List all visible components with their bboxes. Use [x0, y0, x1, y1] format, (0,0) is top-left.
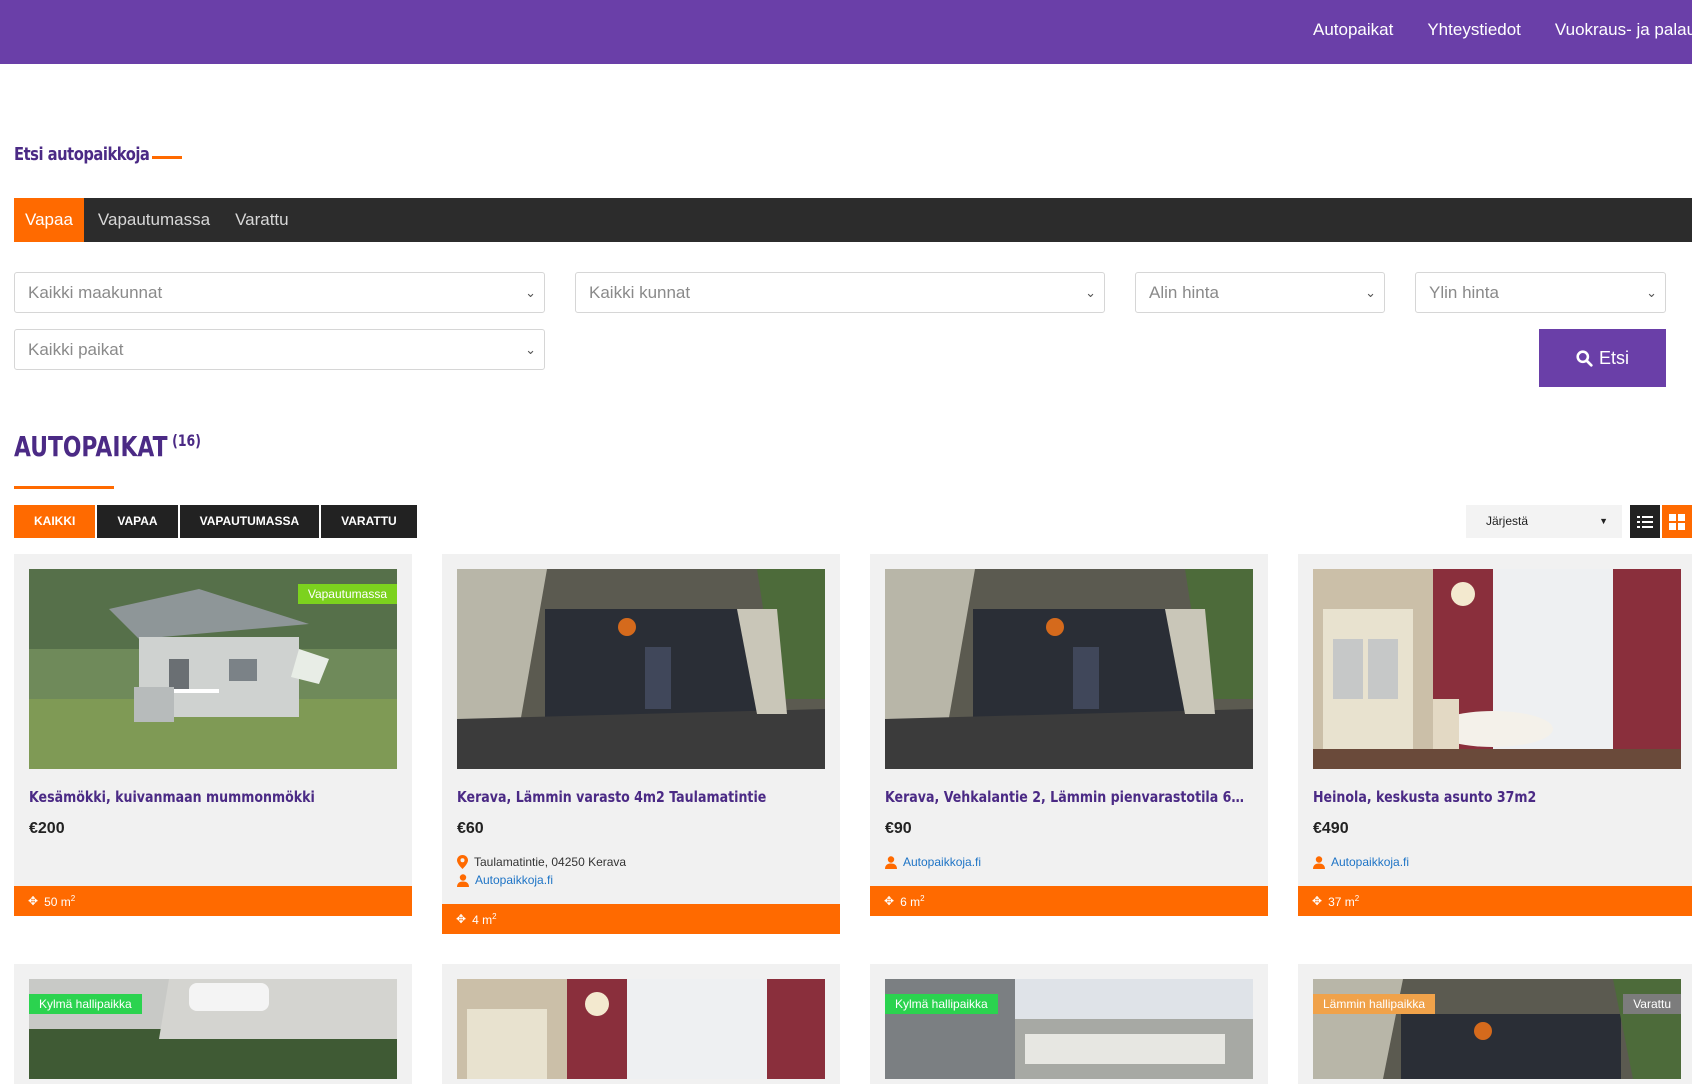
tab-varattu[interactable]: Varattu [224, 198, 300, 242]
municipality-select-value: Kaikki kunnat [589, 283, 691, 302]
listing-owner[interactable]: Autopaikkoja.fi [457, 873, 553, 887]
listing-photo-garage[interactable]: Lämmin hallipaikka Varattu [1313, 979, 1681, 1079]
listing-card[interactable]: Kylmä hallipaikka [14, 964, 412, 1084]
area-value: 4 m2 [472, 911, 497, 927]
listing-card[interactable]: Kerava, Vehkalantie 2, Lämmin pienvarast… [870, 554, 1268, 916]
listing-title[interactable]: Heinola, keskusta asunto 37m2 [1313, 788, 1681, 806]
type-badge: Lämmin hallipaikka [1313, 994, 1436, 1014]
map-pin-icon [457, 855, 468, 869]
listing-photo-parking[interactable]: Kylmä hallipaikka [885, 979, 1253, 1079]
listing-card[interactable]: Vapautumassa Kesämökki, kuivanmaan mummo… [14, 554, 412, 916]
area-value: 6 m2 [900, 893, 925, 909]
listing-owner[interactable]: Autopaikkoja.fi [1313, 855, 1409, 869]
listing-title[interactable]: Kerava, Vehkalantie 2, Lämmin pienvarast… [885, 788, 1250, 806]
list-view-button[interactable] [1630, 505, 1660, 538]
nav-link-vuokraus[interactable]: Vuokraus- ja palau [1555, 20, 1692, 40]
move-arrows-icon: ✥ [456, 912, 467, 926]
listing-photo-garage[interactable] [885, 569, 1253, 769]
type-badge: Kylmä hallipaikka [29, 994, 142, 1014]
filter-vapautumassa-button[interactable]: VAPAUTUMASSA [179, 505, 320, 538]
sort-dropdown-label: Järjestä [1486, 514, 1529, 528]
grid-view-icon [1669, 513, 1685, 530]
listing-owner-link[interactable]: Autopaikkoja.fi [903, 855, 981, 869]
listing-title[interactable]: Kerava, Lämmin varasto 4m2 Taulamatintie [457, 788, 825, 806]
main-nav: Autopaikat Yhteystiedot Vuokraus- ja pal… [1313, 20, 1692, 40]
listing-photo-garage[interactable] [457, 569, 825, 769]
status-badge: Vapautumassa [297, 584, 397, 604]
filter-vapaa-button[interactable]: VAPAA [97, 505, 178, 538]
listing-price: €490 [1313, 820, 1349, 837]
area-value: 50 m2 [44, 893, 76, 909]
search-button-label: Etsi [1598, 347, 1629, 368]
listing-area: ✥ 37 m2 [1298, 886, 1692, 916]
listing-area: ✥ 4 m2 [442, 904, 840, 934]
listing-title[interactable]: Kesämökki, kuivanmaan mummonmökki [29, 788, 397, 806]
search-button[interactable]: Etsi [1539, 329, 1666, 387]
tab-vapaa[interactable]: Vapaa [14, 198, 84, 242]
places-select-value: Kaikki paikat [28, 340, 124, 359]
max-price-select-value: Ylin hinta [1429, 283, 1499, 302]
move-arrows-icon: ✥ [1312, 894, 1323, 908]
listing-price: €90 [885, 820, 912, 837]
search-icon [1576, 349, 1593, 367]
grid-view-button[interactable] [1662, 505, 1692, 538]
list-view-icon [1637, 515, 1653, 528]
listings-title-text: AUTOPAIKAT [14, 430, 168, 463]
listing-photo-parking[interactable]: Kylmä hallipaikka [29, 979, 397, 1079]
listing-card[interactable]: Lämmin hallipaikka Varattu [1298, 964, 1692, 1084]
listing-card[interactable]: Heinola, keskusta asunto 37m2 €490 Autop… [1298, 554, 1692, 916]
municipality-select[interactable]: Kaikki kunnat ⌄ [575, 272, 1105, 313]
chevron-down-icon: ⌄ [525, 342, 536, 357]
user-icon [1313, 855, 1325, 869]
user-icon [885, 855, 897, 869]
listing-address: Taulamatintie, 04250 Kerava [457, 855, 626, 869]
listing-card[interactable]: Kylmä hallipaikka [870, 964, 1268, 1084]
search-section-title: Etsi autopaikkoja [14, 144, 150, 165]
nav-link-autopaikat[interactable]: Autopaikat [1313, 20, 1393, 40]
user-icon [457, 873, 469, 887]
region-select-value: Kaikki maakunnat [28, 283, 163, 302]
listing-filters: KAIKKI VAPAA VAPAUTUMASSA VARATTU [14, 505, 417, 538]
listing-owner-link[interactable]: Autopaikkoja.fi [475, 873, 553, 887]
min-price-select[interactable]: Alin hinta ⌄ [1135, 272, 1385, 313]
move-arrows-icon: ✥ [28, 894, 39, 908]
listings-title-underline [14, 486, 114, 489]
area-value: 37 m2 [1328, 893, 1360, 909]
status-badge: Varattu [1623, 994, 1681, 1014]
listing-photo-apartment[interactable] [457, 979, 825, 1079]
listing-photo-apartment[interactable] [1313, 569, 1681, 769]
places-select[interactable]: Kaikki paikat ⌄ [14, 329, 545, 370]
min-price-select-value: Alin hinta [1149, 283, 1219, 302]
listing-card[interactable] [442, 964, 840, 1084]
filter-kaikki-button[interactable]: KAIKKI [14, 505, 96, 538]
region-select[interactable]: Kaikki maakunnat ⌄ [14, 272, 545, 313]
top-navbar: Autopaikat Yhteystiedot Vuokraus- ja pal… [0, 0, 1692, 64]
nav-link-yhteystiedot[interactable]: Yhteystiedot [1427, 20, 1521, 40]
status-tabs: Vapaa Vapautumassa Varattu [14, 198, 1692, 242]
listing-address-text: Taulamatintie, 04250 Kerava [474, 855, 627, 869]
listing-price: €60 [457, 820, 484, 837]
max-price-select[interactable]: Ylin hinta ⌄ [1415, 272, 1666, 313]
title-accent-dash [152, 156, 182, 159]
move-arrows-icon: ✥ [884, 894, 895, 908]
listing-area: ✥ 50 m2 [14, 886, 412, 916]
chevron-down-icon: ⌄ [525, 285, 536, 300]
listings-title: AUTOPAIKAT (16) [14, 430, 201, 463]
listing-price: €200 [29, 820, 65, 837]
sort-dropdown[interactable]: Järjestä ▼ [1466, 505, 1622, 538]
caret-down-icon: ▼ [1599, 516, 1608, 526]
chevron-down-icon: ⌄ [1085, 285, 1096, 300]
chevron-down-icon: ⌄ [1365, 285, 1376, 300]
type-badge: Kylmä hallipaikka [885, 994, 998, 1014]
listing-owner[interactable]: Autopaikkoja.fi [885, 855, 981, 869]
listings-count: (16) [172, 430, 201, 450]
listing-owner-link[interactable]: Autopaikkoja.fi [1331, 855, 1409, 869]
tab-vapautumassa[interactable]: Vapautumassa [87, 198, 221, 242]
chevron-down-icon: ⌄ [1646, 285, 1657, 300]
listing-area: ✥ 6 m2 [870, 886, 1268, 916]
listing-photo-cottage[interactable]: Vapautumassa [29, 569, 397, 769]
filter-varattu-button[interactable]: VARATTU [321, 505, 417, 538]
listing-card[interactable]: Kerava, Lämmin varasto 4m2 Taulamatintie… [442, 554, 840, 934]
